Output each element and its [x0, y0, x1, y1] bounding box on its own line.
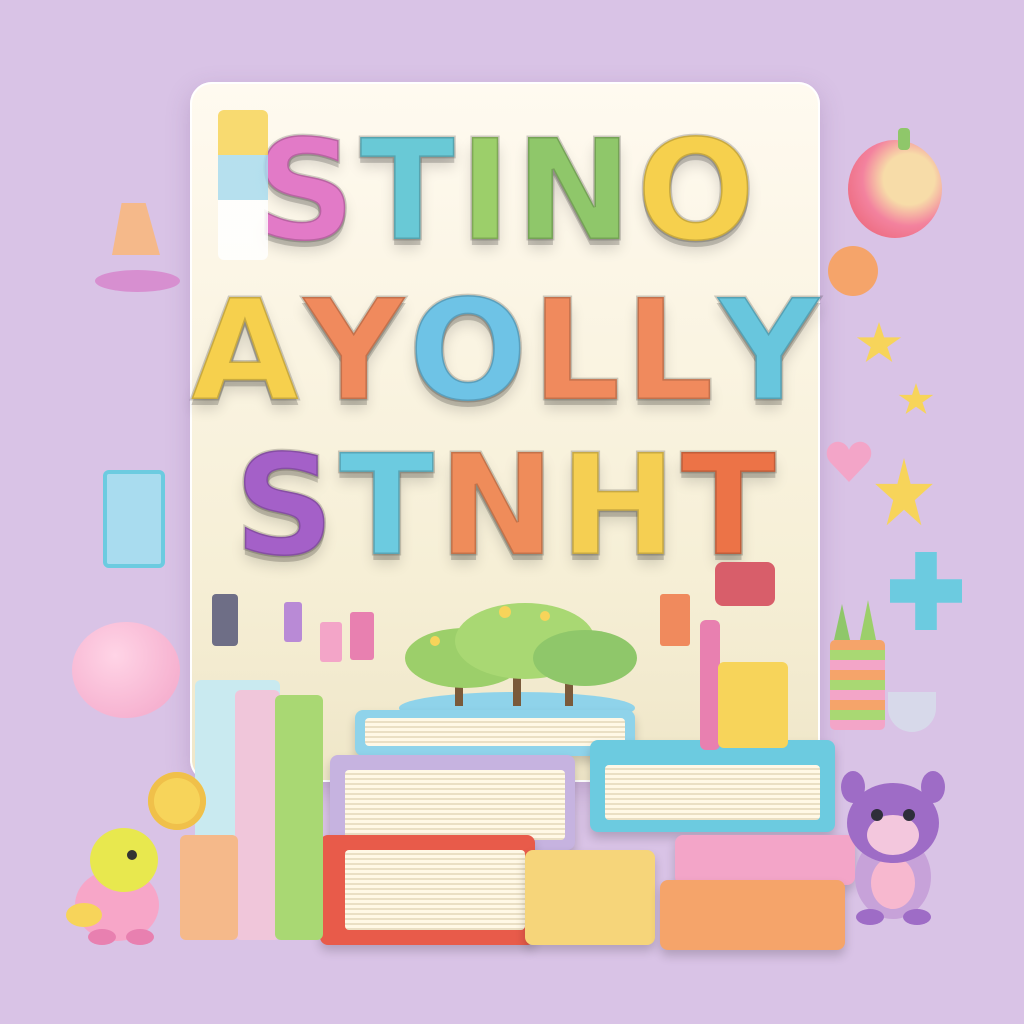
letter-y: Y: [716, 270, 820, 433]
letter-h: H: [558, 425, 678, 588]
small-box-icon: [715, 562, 775, 606]
cheese-icon: [112, 203, 160, 255]
glass-jar-icon: [103, 470, 165, 568]
letter-o: O: [635, 110, 757, 273]
small-box-icon: [660, 594, 690, 646]
letter-row-2: A Y O L L Y: [189, 270, 821, 433]
letter-o: O: [407, 270, 529, 433]
pencil-cup-icon: [830, 640, 885, 730]
yellow-block-icon: [718, 662, 788, 748]
letter-t: T: [337, 425, 435, 588]
toy-bear-icon: [841, 771, 945, 925]
tree-icon: [399, 603, 637, 724]
peach-icon: [72, 622, 180, 718]
small-jar-icon: [320, 622, 342, 662]
book-icon: [675, 835, 855, 885]
phone-icon: [212, 594, 238, 646]
star-icon: [898, 383, 934, 414]
letter-n: N: [437, 425, 557, 588]
pencil-cup-icon: [180, 835, 238, 940]
letter-row-1: S T I N O: [190, 110, 820, 273]
face-ball-icon: [828, 246, 878, 296]
letter-i: I: [458, 110, 513, 273]
letter-t: T: [358, 110, 456, 273]
book-pages: [605, 765, 820, 820]
upright-book-icon: [700, 620, 720, 750]
letter-a: A: [189, 270, 300, 433]
small-jar-icon: [284, 602, 302, 642]
leaf-icon: [898, 128, 910, 150]
upright-book-icon: [275, 695, 323, 940]
letter-s: S: [253, 110, 357, 273]
tall-jar-icon: [218, 110, 268, 260]
star-icon: [875, 458, 933, 526]
book-pages: [345, 770, 565, 840]
letter-y: Y: [302, 270, 406, 433]
pencil-tip-icon: [860, 600, 876, 640]
letter-t: T: [679, 425, 777, 588]
heart-icon: [826, 440, 872, 482]
letter-row-3: S T N H T: [190, 425, 820, 588]
pencil-tip-icon: [834, 604, 850, 640]
letter-s: S: [232, 425, 336, 588]
book-icon: [525, 850, 655, 945]
bowl-icon: [888, 692, 936, 732]
apple-icon: [848, 140, 942, 238]
upright-book-icon: [235, 690, 280, 940]
toy-bird-icon: [66, 828, 159, 945]
letter-l: L: [530, 270, 622, 433]
book-icon: [660, 880, 845, 950]
book-pages: [345, 850, 525, 930]
letter-n: N: [514, 110, 634, 273]
book-pages: [365, 718, 625, 746]
letter-l: L: [623, 270, 715, 433]
crab-icon: [95, 270, 180, 292]
small-jar-icon: [350, 612, 374, 660]
star-icon: [856, 322, 902, 363]
plus-icon: [890, 552, 962, 630]
